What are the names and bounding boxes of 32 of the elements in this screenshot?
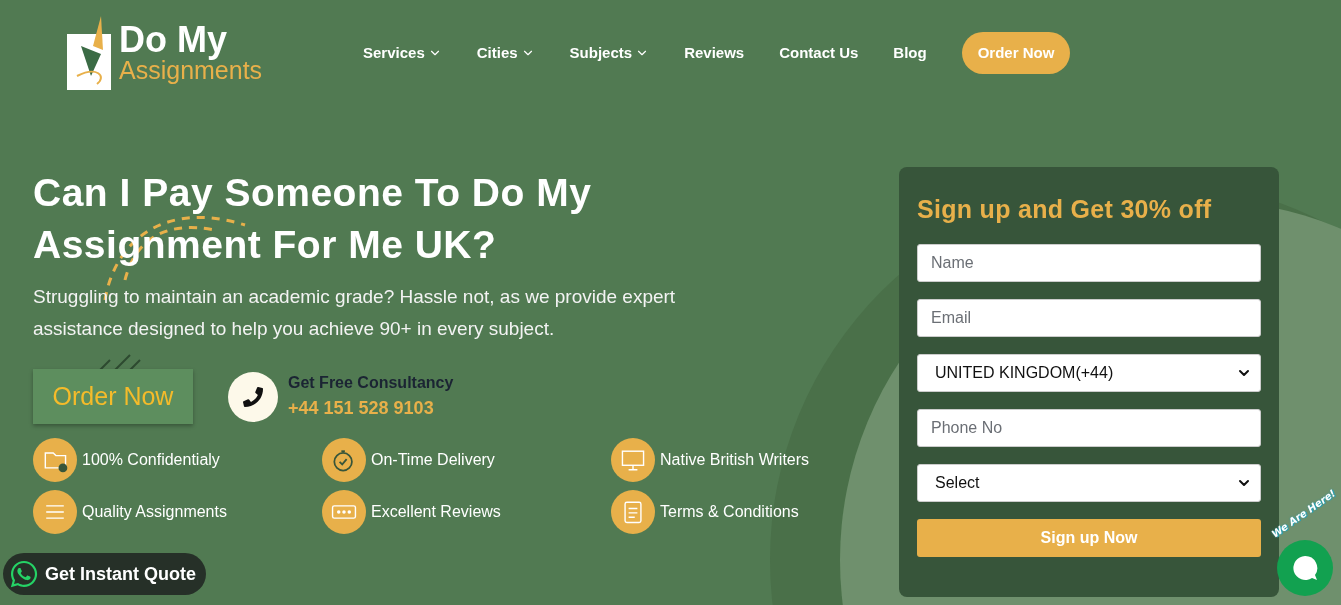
phone-icon [228,371,278,422]
list-icon [33,490,77,534]
feature-label: Excellent Reviews [371,503,501,521]
feature-label: Quality Assignments [82,503,227,521]
dropdown-field[interactable]: UNITED KINGDOM(+44) [917,354,1261,392]
phone-link[interactable]: +44 151 528 9103 [288,398,454,419]
nav-link[interactable]: Services [363,44,442,61]
logo-text: Do My [119,22,228,58]
folder-icon [33,438,77,482]
chat-bubble-icon [1290,553,1320,583]
input-field[interactable]: Name [917,244,1261,282]
dropdown-field[interactable]: Select [917,464,1261,502]
input-field[interactable]: Phone No [917,409,1261,447]
feature-label: 100% Confidentialy [82,451,220,469]
feature-label: Terms & Conditions [660,503,799,521]
input-field[interactable]: Email [917,299,1261,337]
nav-link[interactable]: Subjects [569,44,650,61]
consultancy-label: Get Free Consultancy [288,374,454,392]
clipboard-icon [611,490,655,534]
monitor-icon [611,438,655,482]
signup-title: Sign up and Get 30% off [917,195,1213,224]
nav-link[interactable]: Reviews [684,44,745,61]
whatsapp-quote-button[interactable]: Get Instant Quote [3,553,206,595]
hero-subtitle: Struggling to maintain an academic grade? Hassle not, as we provide expert assistance designed to help you achieve 90+ in every subject. [33,285,677,341]
stopwatch-icon [322,438,366,482]
nav-link[interactable]: Blog [893,44,927,61]
nav-link[interactable]: Cities [476,44,535,61]
feature-label: On-Time Delivery [371,451,495,469]
whatsapp-icon [9,559,39,589]
feature-label: Native British Writers [660,451,810,469]
nav-link[interactable]: Contact Us [779,44,859,61]
rating-icon [322,490,366,534]
